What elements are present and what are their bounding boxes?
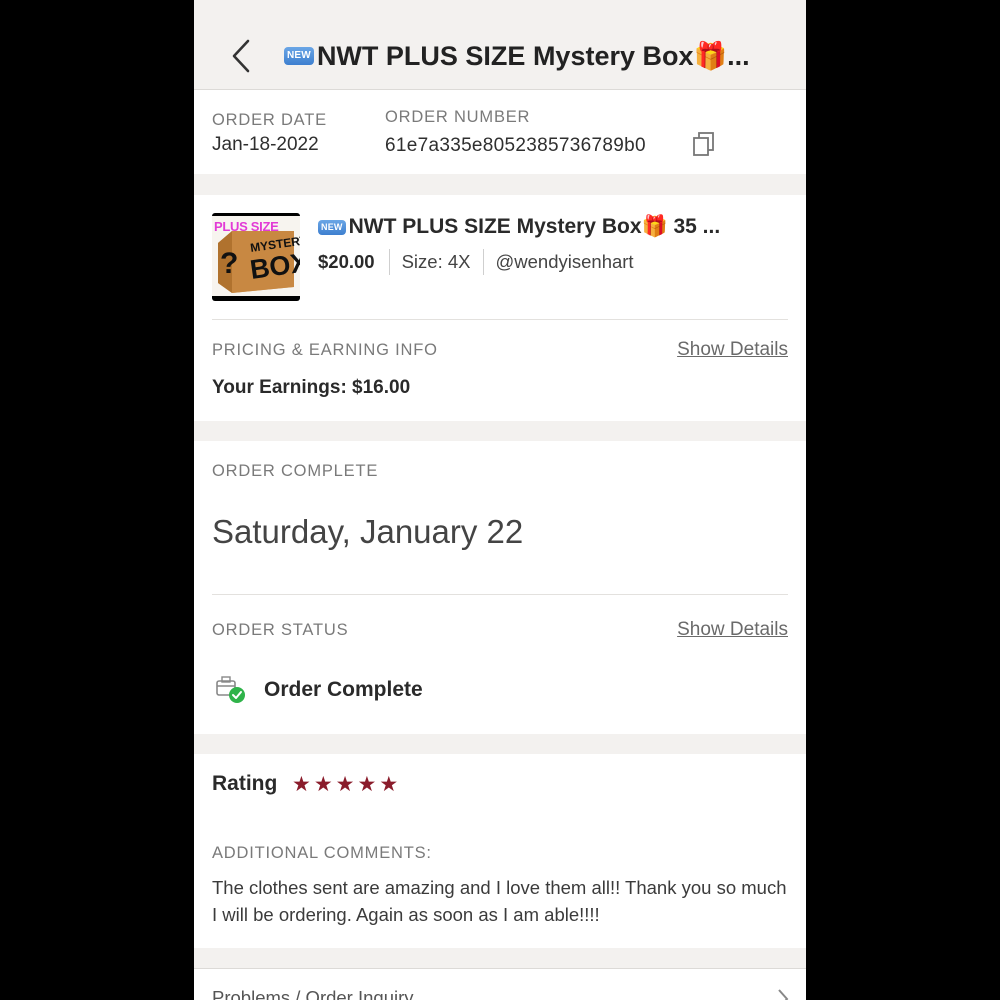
item-section: PLUS SIZE MYSTERY BOX ? NEW NWT PLUS SIZ… <box>194 195 806 421</box>
star-icon: ★ <box>292 773 311 796</box>
order-date: Jan-18-2022 <box>212 134 319 155</box>
order-complete-date: Saturday, January 22 <box>212 513 524 550</box>
back-chevron-icon[interactable] <box>228 38 254 74</box>
status-show-details-link[interactable]: Show Details <box>677 619 788 641</box>
nav-header: NEW NWT PLUS SIZE Mystery Box🎁... <box>194 0 806 90</box>
order-number: 61e7a335e8052385736789b0 <box>385 135 646 156</box>
meta-divider <box>482 249 484 275</box>
order-complete-check-icon <box>214 675 248 705</box>
item-title-text: NWT PLUS SIZE Mystery Box🎁 35 ... <box>348 215 721 238</box>
chevron-right-icon <box>776 987 790 1000</box>
order-date-label: ORDER DATE <box>212 111 327 129</box>
problems-order-inquiry-row[interactable]: Problems / Order Inquiry <box>194 968 806 1000</box>
thumb-question-mark: ? <box>220 247 239 280</box>
comments-label: ADDITIONAL COMMENTS: <box>212 844 432 862</box>
order-number-label: ORDER NUMBER <box>385 108 531 126</box>
item-size: Size: 4X <box>401 251 471 272</box>
seller-username[interactable]: @wendyisenhart <box>496 251 634 273</box>
item-meta: $20.00 Size: 4X @wendyisenhart <box>318 249 634 275</box>
order-info-section: ORDER DATE Jan-18-2022 ORDER NUMBER 61e7… <box>194 90 806 174</box>
earnings-text: Your Earnings: $16.00 <box>212 377 411 398</box>
divider <box>212 319 788 320</box>
star-icon: ★ <box>335 773 355 796</box>
rating-section: Rating ★ ★ ★ ★ ★ ADDITIONAL COMMENTS: The cl… <box>194 754 806 948</box>
problems-label: Problems / Order Inquiry <box>212 987 414 1000</box>
pricing-show-details-link[interactable]: Show Details <box>677 339 788 361</box>
thumb-text-plus-size: PLUS SIZE <box>214 219 279 234</box>
star-icon: ★ <box>313 773 333 796</box>
meta-divider <box>388 249 390 275</box>
pricing-label: PRICING & EARNING INFO <box>212 341 438 359</box>
star-icon: ★ <box>379 773 399 796</box>
rating-label: Rating <box>212 772 278 795</box>
order-complete-label: ORDER COMPLETE <box>212 462 379 480</box>
review-comment: The clothes sent are amazing and I love … <box>212 877 787 925</box>
item-thumbnail[interactable]: PLUS SIZE MYSTERY BOX ? <box>212 213 300 301</box>
order-status-text: Order Complete <box>264 678 423 701</box>
phone-screen: NEW NWT PLUS SIZE Mystery Box🎁... ORDER … <box>194 0 806 1000</box>
order-status-section: ORDER COMPLETE Saturday, January 22 ORDE… <box>194 441 806 734</box>
rating-stars: ★ ★ ★ ★ ★ <box>292 774 398 795</box>
divider <box>212 594 788 595</box>
item-title[interactable]: NEW NWT PLUS SIZE Mystery Box🎁 35 ... <box>318 213 788 241</box>
star-icon: ★ <box>357 773 377 796</box>
order-status-label: ORDER STATUS <box>212 621 349 639</box>
item-price: $20.00 <box>318 251 375 272</box>
copy-icon[interactable] <box>691 131 717 157</box>
page-title-text: NWT PLUS SIZE Mystery Box🎁... <box>316 41 750 71</box>
page-title: NEW NWT PLUS SIZE Mystery Box🎁... <box>284 38 784 74</box>
new-badge-icon: NEW <box>318 219 346 235</box>
new-badge-icon: NEW <box>284 47 314 65</box>
